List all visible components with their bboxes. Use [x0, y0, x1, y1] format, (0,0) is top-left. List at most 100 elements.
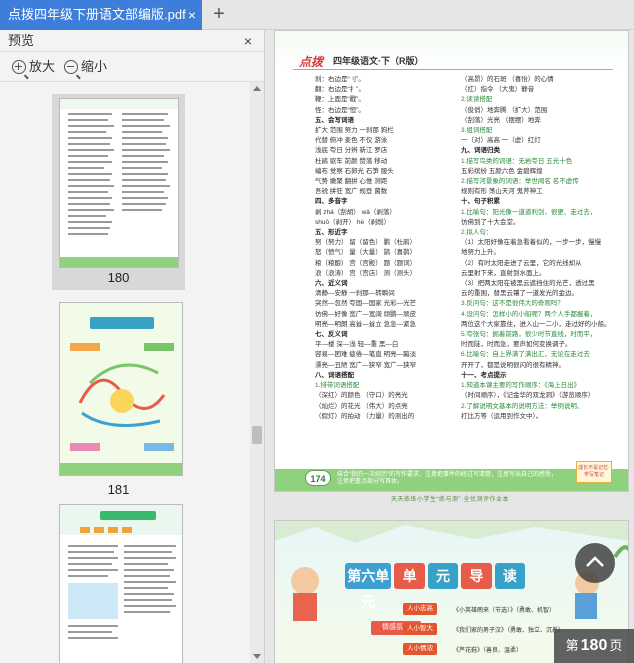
text-line: 仿佛—好像 宽广—宽阔 顽鹏—顽皮 — [315, 310, 417, 318]
text-line: （时间顺序），《记金华的双龙洞》（游览顺序） — [461, 392, 595, 400]
text-line: 吾锐 拼狂 宽广 规登 菌数 — [315, 188, 388, 196]
mindmap-node-text: 《芦花鞋》（善良、温柔） — [453, 648, 523, 654]
text-line: 十、句子积累 — [461, 198, 500, 206]
zoom-out-label: 缩小 — [81, 59, 108, 74]
thumbnail-page-art — [60, 303, 182, 475]
page-logo: 点拨 — [299, 55, 324, 69]
text-line: 九、词语归类 — [461, 147, 500, 155]
mindmap-node: 人小情浓 — [403, 643, 437, 655]
sidebar-close-icon[interactable]: × — [244, 30, 252, 52]
zoom-out-button[interactable]: 缩小 — [64, 58, 107, 76]
text-line: （1）太阳好像在着急看着似的，一步一步，慢慢 — [461, 239, 602, 247]
text-line: （2）有时太阳走进了云里，它的光线却从 — [461, 259, 582, 267]
text-line: （假灯）的拍动 （力量）的测出的 — [315, 412, 415, 420]
text-line: 打比方等（运用到作文中）。 — [461, 412, 543, 420]
text-line: 开开了，都是说明很闪的很有精神。 — [461, 361, 565, 369]
mindmap-node: 人小志高 — [403, 603, 437, 615]
scroll-down-icon[interactable] — [253, 654, 261, 659]
thumbnail-item[interactable]: 181 — [52, 302, 185, 498]
sidebar-scrollbar[interactable] — [250, 82, 264, 663]
text-line: 5.夸张句：掘着前路，很少时节直线，时而平， — [461, 331, 597, 339]
zoom-out-icon — [64, 60, 78, 74]
tab-bar: 点拨四年级下册语文部编版.pdf × + — [0, 0, 634, 30]
text-line: 6.比喻句：自上界满了满出汇，无论在走过去 — [461, 351, 590, 359]
page-separator-text: 天天练练小学生“练与测”·全优测评作业本 — [391, 497, 509, 503]
thumbnail-label: 180 — [107, 270, 130, 285]
zoom-in-label: 放大 — [29, 59, 56, 74]
text-line: 怪：右边是“恒”。 — [315, 106, 365, 114]
text-line: 规则有形 荡山天河 鬼斧神工 — [461, 188, 543, 196]
text-line: 八、词语搭配 — [315, 371, 354, 379]
text-line: 刹：右边是“刂”。 — [315, 76, 365, 83]
text-line: 3.组词搭配 — [461, 127, 493, 135]
text-line: 时而陡，时而急，要声如何变换调子。 — [461, 341, 572, 349]
preview-sidebar: 预览 × 放大 缩小 180 181 — [0, 30, 265, 663]
banner-char: 元 — [427, 563, 459, 589]
thumbnail-image — [59, 98, 179, 268]
page-header-band — [275, 31, 628, 71]
text-line: 突然—忽然 夸国—国家 光彩—光芒 — [315, 300, 417, 308]
sidebar-toolbar: 放大 缩小 — [0, 52, 264, 82]
text-column-right: （高昂）的石斑 （喜怡）的心情 （扛）指令 （大鬼）静音 2.读读搭配 （俊俏）地奔腾… — [461, 75, 611, 422]
text-line: shuō（剥开） hè（剥削） — [315, 218, 391, 226]
text-line: 2.读读搭配 — [461, 96, 493, 104]
text-line: 代替 俯冲 麦色 不仅 游泳 — [315, 137, 388, 145]
text-line: 剥 zhá（刮胡） wǎ（剥落） — [315, 208, 396, 216]
text-line: 杜鹃 驱车 前颜 赞落 移动 — [315, 157, 388, 165]
text-line: 扩大 范围 努力 一刹那 狗栏 — [315, 127, 394, 135]
text-line: 鞭：上面是“戳”。 — [315, 96, 365, 104]
text-line: （灿烂）的花光 （伟大）的点亮 — [315, 402, 408, 410]
thumbnail-item[interactable]: 180 — [52, 94, 185, 290]
text-line: 清静—安静 一刹那—转瞬间 — [315, 290, 395, 298]
text-line: 地努力上升。 — [461, 249, 500, 257]
text-line: 五、形近字 — [315, 229, 348, 237]
text-line: 七、反义词 — [315, 331, 348, 339]
text-line: 2.拟人句： — [461, 229, 493, 237]
page-heading: 四年级语文·下（R版） — [333, 56, 424, 66]
text-line: 翻：右边是“扌”。 — [315, 86, 365, 94]
tab-title: 点拨四年级下册语文部编版.pdf — [8, 7, 186, 22]
header-rule — [293, 69, 613, 70]
scroll-up-icon[interactable] — [253, 86, 261, 91]
chevron-up-icon — [586, 556, 604, 567]
text-line: 编布 觉察 石卵光 石笋 服头 — [315, 167, 394, 175]
thumbnail-image — [59, 302, 183, 476]
text-line: 六、近义词 — [315, 280, 348, 288]
page-indicator: 第 180 页 — [554, 629, 634, 663]
text-line: 怒（愤气） 量（大量） 鹊（喜鹊） — [315, 249, 417, 257]
banner-char: 读 — [494, 563, 526, 589]
tab-close-icon[interactable]: × — [188, 0, 196, 30]
text-line: 浅底 夸日 分辨 新江 罗店 — [315, 147, 388, 155]
text-line: 漂亮—丑陋 宽广—狭窄 宽广—狭窄 — [315, 361, 417, 369]
tab-document[interactable]: 点拨四年级下册语文部编版.pdf × — [0, 0, 202, 30]
page-indicator-number: 180 — [580, 637, 608, 654]
scroll-to-top-button[interactable] — [575, 543, 615, 583]
text-line: 3.反问句：这不是很伟大的奇观吗？ — [461, 300, 564, 308]
mindmap-node-text: 《小英雄雨来（节选）》（勇敢、机智） — [453, 608, 556, 614]
text-line: （俊俏）地奔腾 （扩大）范围 — [461, 106, 548, 114]
footer-badge: 成长不是记忆·学写笔记 — [576, 461, 612, 483]
new-tab-button[interactable]: + — [208, 3, 230, 25]
text-line: 1.描写鸟类的词语：无岩夸日 五光十色 — [461, 157, 573, 165]
zoom-in-button[interactable]: 放大 — [12, 58, 55, 76]
pdf-viewer-window: 点拨四年级下册语文部编版.pdf × + 预览 × 放大 缩小 180 181 … — [0, 0, 634, 663]
text-line: 4.设问句：怎样小的小船呢？两个人手都握着， — [461, 310, 597, 318]
text-line: 浪（浪涛） 宫（宫店） 测（测头） — [315, 269, 417, 277]
text-line: 努（努力） 留（留色） 鹏（杜鹃） — [315, 239, 417, 247]
text-line: 两位这个大家靠住，进入山一二小，走过好的小船。 — [461, 320, 611, 328]
text-line: 明亮—明朗 高耸—耸立 急急—紧急 — [315, 320, 417, 328]
text-line: 平—楼 深—浅 轻—重 黑—白 — [315, 341, 399, 349]
page-number: 174 — [305, 470, 331, 486]
page-180: 点拨 四年级语文·下（R版） 刹：右边是“刂”。 翻：右边是“扌”。 鞭：上面是“戳… — [274, 30, 629, 492]
mindmap-node-text: 《我们家的男子汉》（勇敢、独立、沉着） — [453, 628, 565, 634]
text-column-left: 刹：右边是“刂”。 翻：右边是“扌”。 鞭：上面是“戳”。 怪：右边是“恒”。 五、会写… — [315, 75, 416, 422]
thumbnail-page-art — [60, 505, 182, 639]
mindmap-node: 人小智大 — [403, 623, 437, 635]
text-line: （扛）指令 （大鬼）静音 — [461, 86, 535, 94]
thumbnail-page-art — [60, 99, 178, 267]
scrollbar-thumb[interactable] — [252, 426, 262, 444]
text-line: 容易—困难 疲倦—笔直 明亮—黯淡 — [315, 351, 417, 359]
text-line: 1.排带词语搭配 — [315, 382, 360, 390]
text-line: 仿佛到了十大会堂。 — [461, 218, 520, 226]
thumbnail-item[interactable] — [52, 504, 185, 663]
